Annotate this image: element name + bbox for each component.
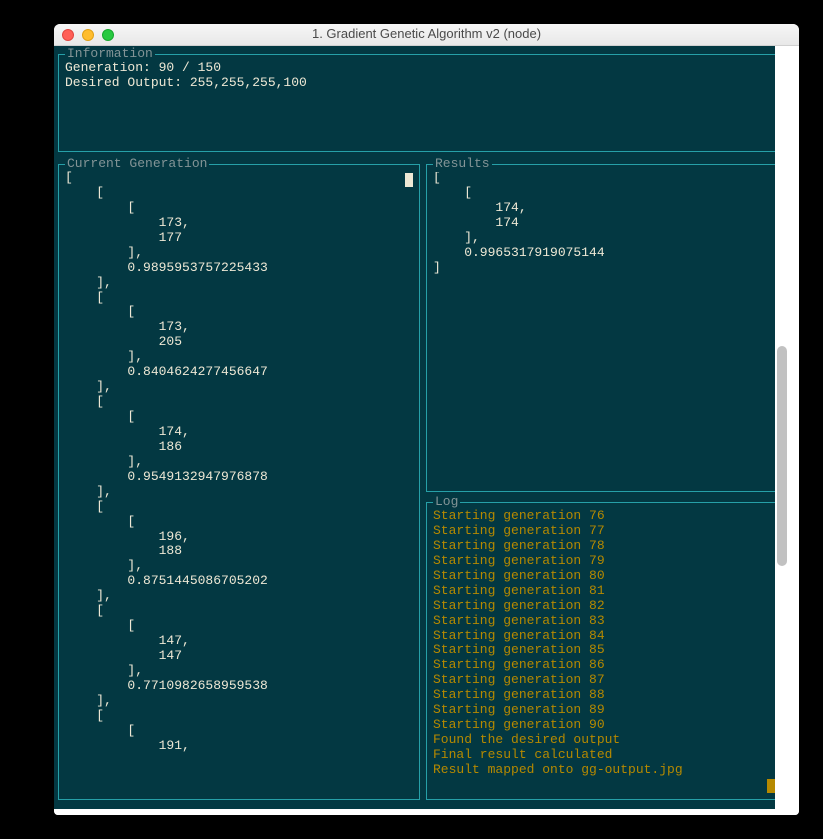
information-panel-label: Information	[65, 47, 155, 62]
log-line: Starting generation 80	[433, 569, 775, 584]
maximize-icon[interactable]	[102, 29, 114, 41]
log-line: Result mapped onto gg-output.jpg	[433, 763, 775, 778]
close-icon[interactable]	[62, 29, 74, 41]
log-line: Starting generation 82	[433, 599, 775, 614]
log-line: Starting generation 86	[433, 658, 775, 673]
terminal[interactable]: Information Generation: 90 / 150 Desired…	[54, 46, 775, 809]
scrollbar-thumb[interactable]	[777, 346, 787, 566]
information-panel: Information Generation: 90 / 150 Desired…	[58, 54, 782, 152]
log-panel: Log Starting generation 76Starting gener…	[426, 502, 782, 800]
scrollbar-track[interactable]	[775, 46, 789, 809]
log-line: Starting generation 78	[433, 539, 775, 554]
app-window: 1. Gradient Genetic Algorithm v2 (node) …	[54, 24, 799, 815]
log-line: Starting generation 90	[433, 718, 775, 733]
scroll-indicator	[405, 173, 413, 187]
log-line: Starting generation 81	[433, 584, 775, 599]
log-panel-label: Log	[433, 495, 460, 510]
terminal-wrap: Information Generation: 90 / 150 Desired…	[54, 46, 799, 815]
log-line: Starting generation 83	[433, 614, 775, 629]
results-panel-label: Results	[433, 157, 492, 172]
information-panel-body: Generation: 90 / 150 Desired Output: 255…	[59, 55, 781, 151]
log-line: Final result calculated	[433, 748, 775, 763]
log-line: Found the desired output	[433, 733, 775, 748]
cursor-icon	[767, 779, 775, 793]
current-generation-panel-body: [ [ [ 173, 177 ], 0.9895953757225433 ], …	[59, 165, 419, 799]
minimize-icon[interactable]	[82, 29, 94, 41]
results-panel-body: [ [ 174, 174 ], 0.9965317919075144 ]	[427, 165, 781, 491]
window-controls	[62, 29, 114, 41]
titlebar: 1. Gradient Genetic Algorithm v2 (node)	[54, 24, 799, 46]
log-line: Starting generation 85	[433, 643, 775, 658]
log-line: Starting generation 89	[433, 703, 775, 718]
current-generation-panel: Current Generation [ [ [ 173, 177 ], 0.9…	[58, 164, 420, 800]
log-line: Starting generation 84	[433, 629, 775, 644]
log-panel-body: Starting generation 76Starting generatio…	[427, 503, 781, 799]
log-line: Starting generation 77	[433, 524, 775, 539]
results-panel: Results [ [ 174, 174 ], 0.99653179190751…	[426, 164, 782, 492]
window-title: 1. Gradient Genetic Algorithm v2 (node)	[54, 27, 799, 42]
log-line: Starting generation 87	[433, 673, 775, 688]
log-line: Starting generation 76	[433, 509, 775, 524]
log-line: Starting generation 88	[433, 688, 775, 703]
log-line: Starting generation 79	[433, 554, 775, 569]
